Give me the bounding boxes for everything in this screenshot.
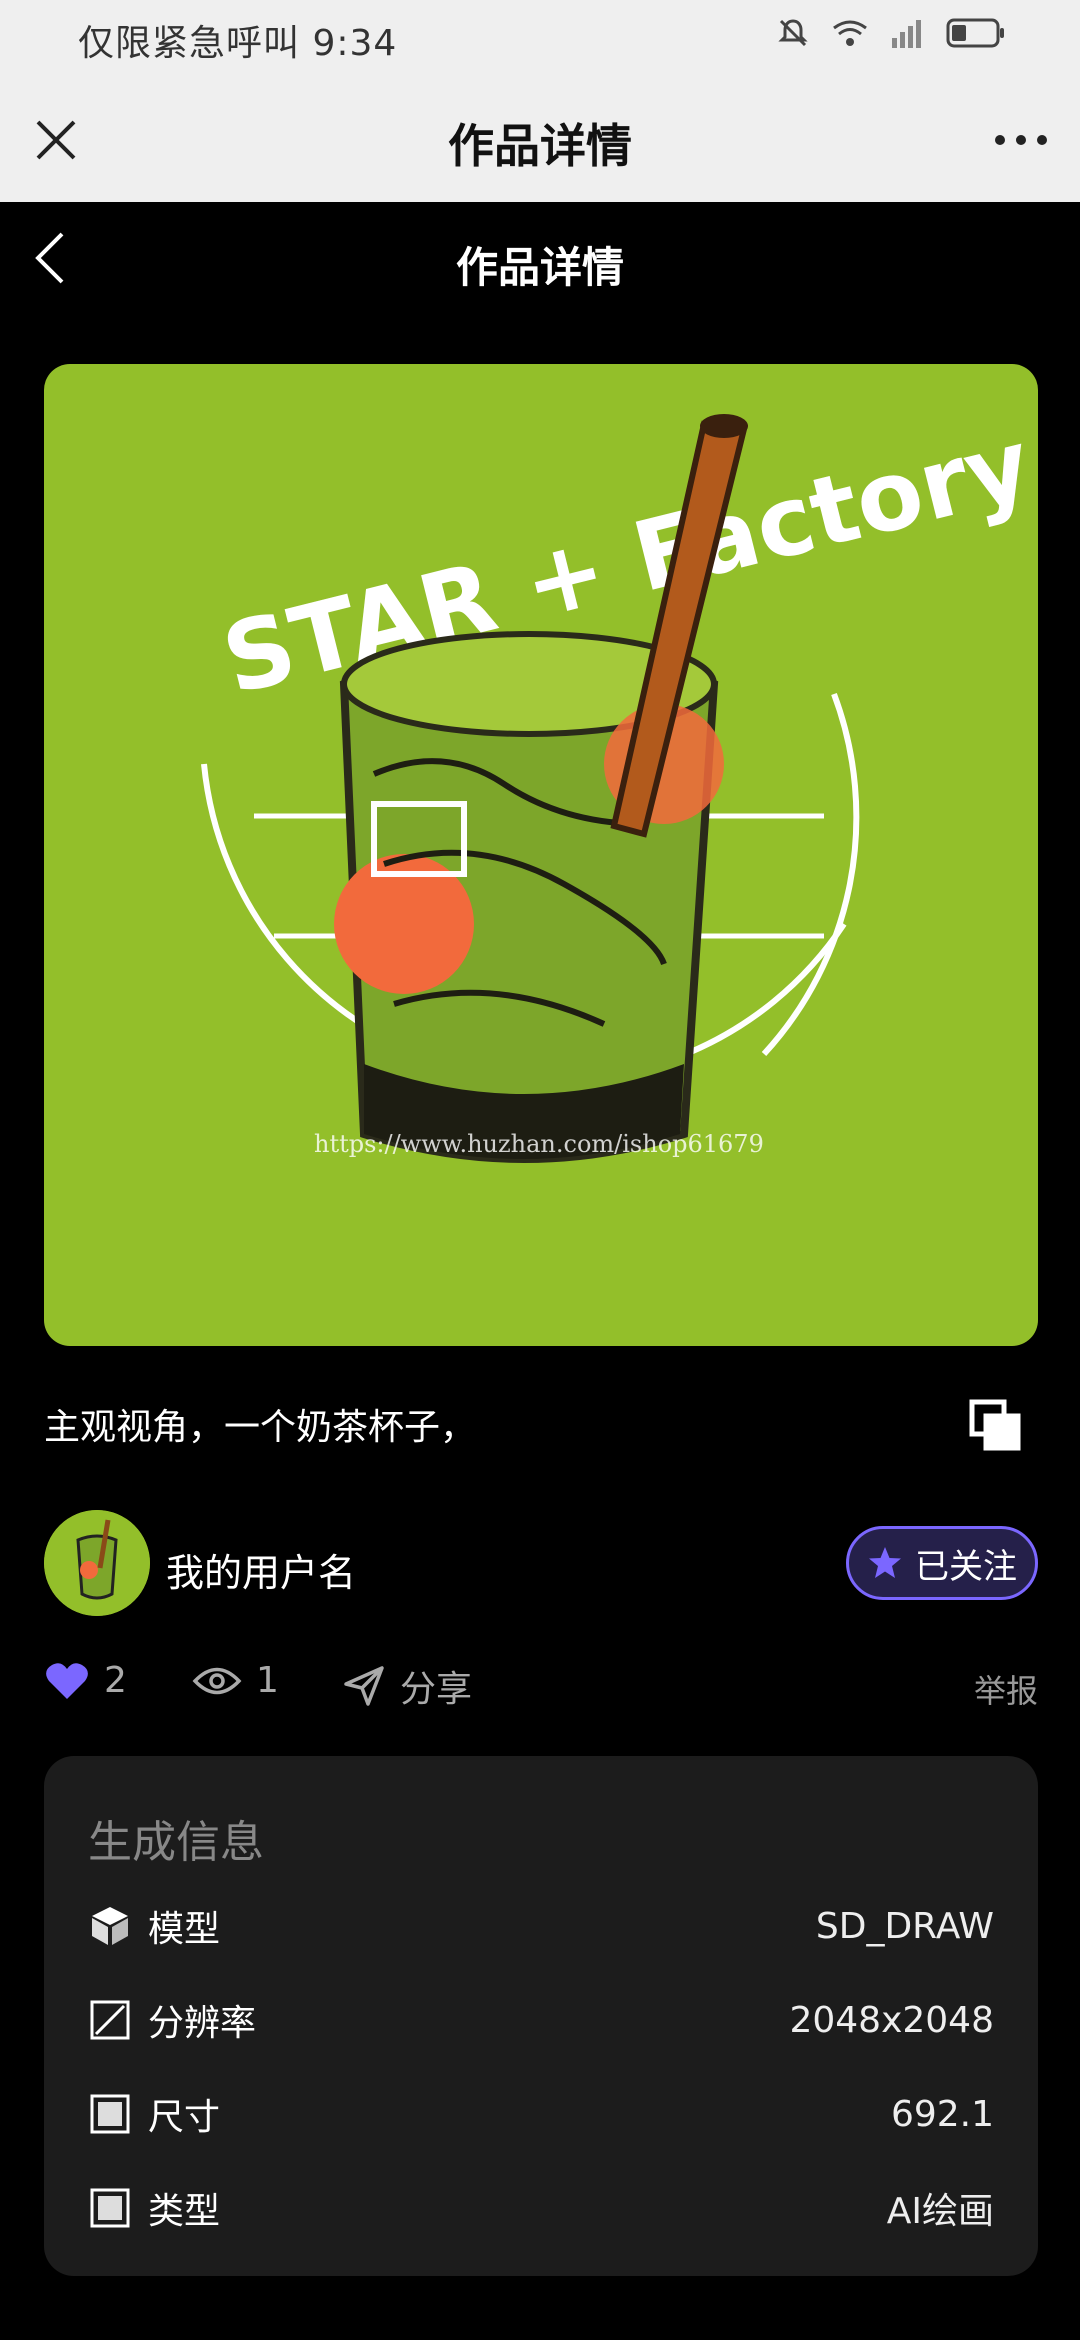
status-icons (776, 16, 1006, 50)
eye-icon (192, 1667, 242, 1694)
wifi-icon (833, 20, 867, 46)
follow-label: 已关注 (915, 1546, 1017, 1587)
view-count: 1 (256, 1660, 279, 1701)
artwork-image[interactable]: STAR + Factory https://www.huzhan.com/is… (44, 364, 1038, 1346)
status-text: 仅限紧急呼叫 9:34 (78, 23, 398, 64)
info-value: 2048x2048 (789, 1999, 994, 2041)
generation-info-card: 生成信息 模型 SD_DRAW 分辨率 2048x2048 尺寸 692.1 类… (44, 1756, 1038, 2276)
info-value: AI绘画 (886, 2191, 994, 2232)
share-label: 分享 (400, 1669, 473, 1710)
prompt-text: 主观视角，一个奶茶杯子， (44, 1407, 477, 1448)
milk-tea-illustration: STAR + Factory https://www.huzhan.com/is… (201, 408, 1038, 1163)
copy-icon[interactable] (968, 1398, 1024, 1454)
page-title: 作品详情 (455, 243, 624, 292)
info-row-size: 尺寸 692.1 (88, 2084, 994, 2144)
share-send-icon (344, 1666, 384, 1706)
actions-row: 2 1 分享 举报 (44, 1660, 1038, 1716)
resolution-icon (90, 2000, 130, 2040)
username[interactable]: 我的用户名 (166, 1542, 356, 1597)
avatar-image (44, 1510, 150, 1616)
share-button[interactable]: 分享 (342, 1660, 472, 1712)
report-link[interactable]: 举报 (974, 1666, 1038, 1712)
page-header: 作品详情 (0, 202, 1080, 342)
more-icon[interactable] (992, 128, 1050, 152)
top-header: 作品详情 (0, 72, 1080, 202)
info-label: 类型 (148, 2191, 221, 2232)
info-label: 分辨率 (148, 2003, 257, 2044)
info-label: 模型 (148, 1909, 221, 1950)
avatar[interactable] (44, 1510, 150, 1616)
info-row-resolution: 分辨率 2048x2048 (88, 1990, 994, 2050)
status-bar: 仅限紧急呼叫 9:34 (0, 0, 1080, 72)
cube-icon (92, 1907, 128, 1945)
watermark-text: https://www.huzhan.com/ishop61679 (314, 1130, 764, 1158)
star-icon (869, 1547, 901, 1578)
battery-icon (946, 18, 1004, 48)
user-row: 我的用户名 已关注 (44, 1508, 1038, 1618)
info-value: SD_DRAW (815, 1905, 994, 1947)
square-icon (90, 2094, 130, 2134)
info-value: 692.1 (890, 2093, 994, 2135)
generation-info-title: 生成信息 (88, 1817, 264, 1868)
info-row-type: 类型 AI绘画 (88, 2178, 994, 2238)
square-icon (90, 2188, 130, 2228)
signal-icon (892, 20, 921, 48)
views: 1 (192, 1660, 279, 1701)
header-title: 作品详情 (448, 119, 632, 173)
like-button[interactable]: 2 (44, 1660, 127, 1701)
info-label: 尺寸 (148, 2097, 221, 2138)
info-row-model: 模型 SD_DRAW (88, 1896, 994, 1956)
follow-button[interactable]: 已关注 (846, 1526, 1038, 1600)
mute-bell-icon (778, 19, 808, 47)
heart-icon (46, 1662, 88, 1699)
like-count: 2 (104, 1660, 127, 1701)
